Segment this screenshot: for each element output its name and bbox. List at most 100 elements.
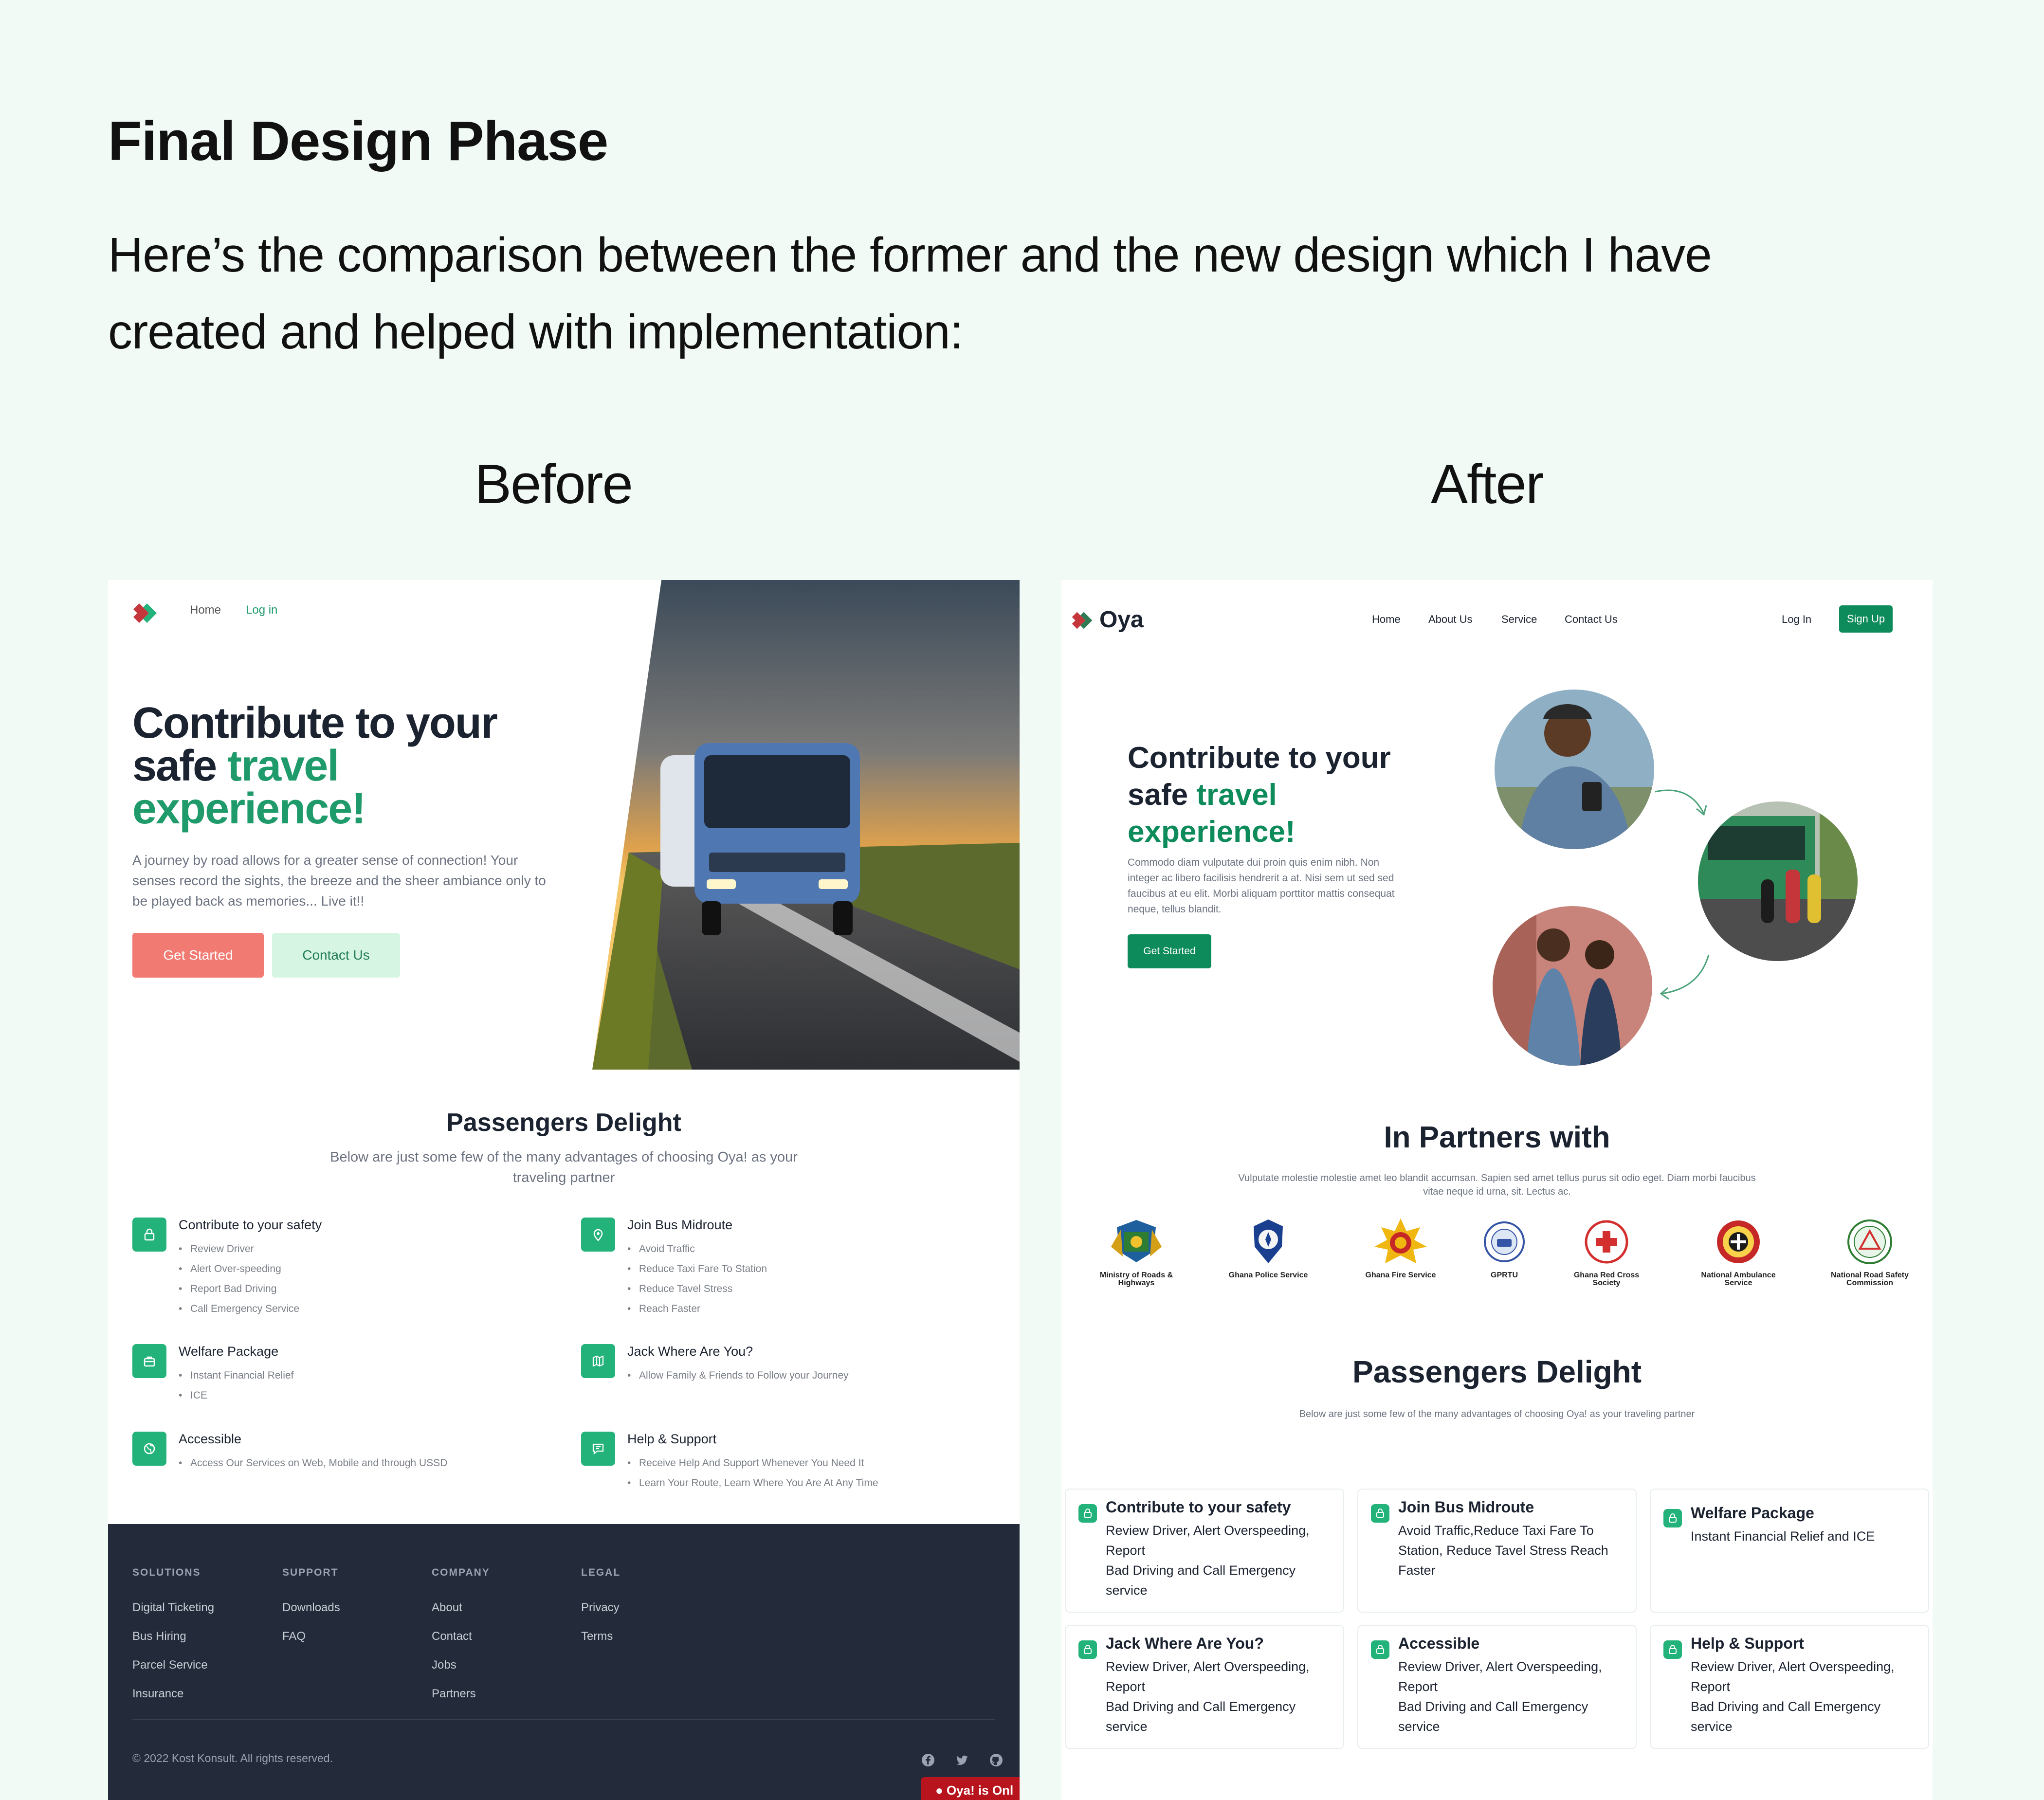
footer-link[interactable]: Insurance [132, 1679, 214, 1708]
footer-column-company: COMPANY About Contact Jobs Partners [432, 1567, 490, 1708]
footer-column-solutions: SOLUTIONS Digital Ticketing Bus Hiring P… [132, 1567, 214, 1708]
feature-card: Join Bus Midroute Avoid Traffic,Reduce T… [1357, 1489, 1637, 1613]
location-icon [581, 1218, 615, 1252]
list-item: Alert Over-speeding [179, 1259, 299, 1279]
section-title: Passengers Delight [1352, 1354, 1642, 1389]
contact-us-button[interactable]: Contact Us [272, 933, 400, 978]
before-label: Before [474, 454, 633, 515]
footer-link[interactable]: FAQ [282, 1622, 340, 1651]
page-subheading: Here’s the comparison between the former… [108, 228, 1712, 359]
footer-divider [132, 1719, 995, 1720]
partner-police: Ghana Police Service [1227, 1218, 1310, 1279]
footer-link[interactable]: Digital Ticketing [132, 1593, 214, 1622]
feature-card: Contribute to your safety Review Driver,… [1065, 1489, 1344, 1613]
footer-link[interactable]: Partners [432, 1679, 490, 1708]
hero-title: Contribute to your safe travel experienc… [132, 699, 498, 833]
card-description: Review Driver, Alert Overspeeding, Repor… [1106, 1659, 1310, 1734]
oya-logo-icon [133, 603, 157, 623]
map-icon [581, 1344, 615, 1378]
nav-login[interactable]: Log in [246, 603, 277, 617]
lock-icon [1663, 1509, 1682, 1527]
status-toast[interactable]: ● Oya! is Onl [921, 1777, 1020, 1800]
footer-link[interactable]: Terms [581, 1622, 620, 1651]
feature-title: Accessible [179, 1432, 242, 1446]
lock-icon [1078, 1504, 1097, 1523]
partner-road-safety: National Road Safety Commission [1828, 1218, 1911, 1287]
facebook-icon[interactable] [921, 1753, 935, 1767]
card-description: Review Driver, Alert Overspeeding, Repor… [1398, 1659, 1602, 1734]
feature-card: Help & Support Review Driver, Alert Over… [1650, 1625, 1929, 1749]
feature-card: Accessible Review Driver, Alert Overspee… [1357, 1625, 1637, 1749]
footer-heading: LEGAL [581, 1567, 621, 1578]
partner-ambulance: National Ambulance Service [1697, 1218, 1780, 1287]
list-item: ICE [179, 1385, 293, 1405]
partners-subtitle: Vulputate molestie molestie amet leo bla… [1238, 1173, 1756, 1197]
list-item: Reach Faster [627, 1299, 767, 1319]
coat-of-arms-icon [1111, 1220, 1162, 1262]
fire-service-badge-icon [1374, 1218, 1427, 1263]
footer-link[interactable]: Bus Hiring [132, 1622, 214, 1651]
footer: SOLUTIONS Digital Ticketing Bus Hiring P… [108, 1524, 1020, 1800]
card-title: Welfare Package [1691, 1504, 1814, 1522]
partner-fire-service: Ghana Fire Service [1359, 1218, 1442, 1279]
footer-column-legal: LEGAL Privacy Terms [581, 1567, 620, 1651]
list-item: Allow Family & Friends to Follow your Jo… [627, 1365, 849, 1385]
road-safety-badge-icon [1847, 1219, 1892, 1264]
globe-icon [132, 1432, 166, 1466]
list-item: Report Bad Driving [179, 1279, 299, 1299]
list-item: Avoid Traffic [627, 1239, 767, 1259]
partner-gprtu: GPRTU [1463, 1218, 1546, 1279]
footer-link[interactable]: Contact [432, 1622, 490, 1651]
briefcase-icon [132, 1344, 166, 1378]
lock-icon [1078, 1640, 1097, 1659]
github-icon[interactable] [989, 1753, 1004, 1767]
lock-icon [1371, 1504, 1389, 1523]
section-subtitle: Below are just some few of the many adva… [1299, 1409, 1695, 1419]
after-label: After [1431, 454, 1544, 515]
footer-heading: SOLUTIONS [132, 1567, 201, 1578]
card-title: Join Bus Midroute [1398, 1498, 1534, 1516]
footer-link[interactable]: Parcel Service [132, 1651, 214, 1679]
partner-ministry-roads: Ministry of Roads & Highways [1095, 1218, 1178, 1287]
card-description: Avoid Traffic,Reduce Taxi Fare To Statio… [1398, 1523, 1608, 1578]
feature-title: Contribute to your safety [179, 1218, 322, 1232]
feature-card: Jack Where Are You? Review Driver, Alert… [1065, 1625, 1344, 1749]
page-heading: Final Design Phase [108, 110, 608, 172]
lock-icon [1663, 1640, 1682, 1659]
ambulance-badge-icon [1717, 1220, 1760, 1263]
footer-link[interactable]: Downloads [282, 1593, 340, 1622]
partners-title: In Partners with [1384, 1121, 1610, 1154]
card-title: Help & Support [1691, 1635, 1804, 1652]
card-title: Jack Where Are You? [1106, 1635, 1264, 1652]
list-item: Learn Your Route, Learn Where You Are At… [627, 1473, 878, 1493]
list-item: Reduce Tavel Stress [627, 1279, 767, 1299]
after-screenshot: Oya Home About Us Service Contact Us Log… [1061, 580, 1933, 1800]
list-item: Call Emergency Service [179, 1299, 299, 1319]
card-title: Contribute to your safety [1106, 1498, 1291, 1516]
footer-column-support: SUPPORT Downloads FAQ [282, 1567, 340, 1651]
footer-heading: COMPANY [432, 1567, 490, 1578]
lock-icon [132, 1218, 166, 1252]
card-description: Review Driver, Alert Overspeeding, Repor… [1691, 1659, 1895, 1734]
footer-link[interactable]: Privacy [581, 1593, 620, 1622]
hero-flow-arrows [1655, 789, 1710, 1000]
list-item: Access Our Services on Web, Mobile and t… [179, 1453, 447, 1473]
list-item: Review Driver [179, 1239, 299, 1259]
police-badge-icon [1254, 1219, 1283, 1263]
card-title: Accessible [1398, 1635, 1480, 1652]
nav-home[interactable]: Home [190, 603, 221, 617]
feature-title: Join Bus Midroute [627, 1218, 733, 1232]
before-screenshot: Home Log in Contribute to your safe trav… [108, 580, 1020, 1800]
section-subtitle: Below are just some few of the many adva… [330, 1149, 798, 1185]
footer-link[interactable]: Jobs [432, 1651, 490, 1679]
card-description: Instant Financial Relief and ICE [1691, 1529, 1875, 1544]
card-description: Review Driver, Alert Overspeeding, Repor… [1106, 1523, 1310, 1598]
lock-icon [1371, 1640, 1389, 1659]
footer-link[interactable]: About [432, 1593, 490, 1622]
red-cross-icon [1585, 1220, 1628, 1264]
get-started-button[interactable]: Get Started [132, 933, 264, 978]
twitter-icon[interactable] [955, 1753, 969, 1767]
list-item: Receive Help And Support Whenever You Ne… [627, 1453, 878, 1473]
feature-title: Welfare Package [179, 1344, 279, 1359]
feature-title: Jack Where Are You? [627, 1344, 753, 1359]
